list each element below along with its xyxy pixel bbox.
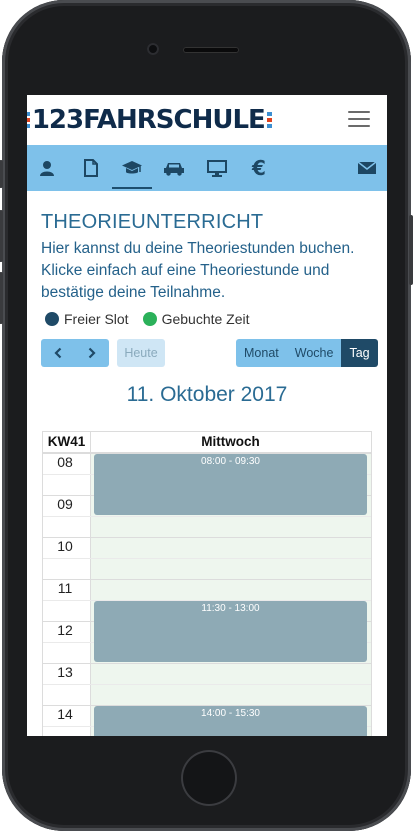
volume-down-button [0,272,3,324]
calendar-header: KW41 Mittwoch [43,432,371,453]
date-navigation [41,339,109,367]
next-button[interactable] [75,339,109,367]
legend-free-dot [45,312,59,326]
half-hour-line [43,516,371,517]
home-button[interactable] [181,750,237,806]
legend-item-booked: Gebuchte Zeit [142,311,250,327]
half-hour-line [43,684,371,685]
app-screen: 123FAHRSCHULE € THEORIEUNTERRICHT Hier k… [27,95,387,736]
chevron-left-icon [54,347,62,359]
earpiece-speaker [183,47,239,53]
today-button[interactable]: Heute [117,339,165,367]
logo-stripe-right [266,109,272,131]
day-calendar: KW41 Mittwoch 08 09 10 11 12 13 14 08:00 - 09:3… [42,431,372,736]
nav-item-payment[interactable]: € [239,145,279,191]
nav-item-driving[interactable] [154,145,194,191]
nav-item-theory[interactable] [112,145,152,191]
legend: Freier Slot Gebuchte Zeit [45,311,264,327]
hour-label: 08 [57,454,73,470]
weekday-label: Mittwoch [201,434,260,449]
hour-line [43,663,371,664]
theory-slot-event[interactable]: 08:00 - 09:30 [94,454,367,515]
calendar-body: 08 09 10 11 12 13 14 08:00 - 09:30 11:30 - 13:00… [43,453,371,736]
view-month-button[interactable]: Monat [236,339,287,367]
view-switcher: Monat Woche Tag [236,339,378,367]
week-number-label: KW41 [43,432,91,452]
mute-switch [0,160,3,188]
volume-up-button [0,210,3,262]
hour-label: 09 [57,496,73,512]
front-camera [147,43,159,55]
legend-booked-dot [142,312,157,326]
theory-slot-event[interactable]: 14:00 - 15:30 [94,706,367,736]
main-nav: € [27,145,387,191]
hour-label: 13 [57,664,73,680]
nav-item-profile[interactable] [27,145,67,191]
view-week-button[interactable]: Woche [286,339,342,367]
page-description: Hier kannst du deine Theoriestunden buch… [41,240,355,301]
hour-label: 14 [57,706,73,722]
euro-icon: € [252,156,266,180]
car-icon [164,163,184,176]
hamburger-menu-icon[interactable] [348,111,370,127]
hour-line [43,537,371,538]
graduation-cap-icon [122,161,142,174]
page-title: THEORIEUNTERRICHT [41,211,264,233]
calendar-date-title: 11. Oktober 2017 [126,383,288,406]
hour-label: 12 [57,622,73,638]
power-button [409,215,413,285]
hour-label: 10 [57,538,73,554]
envelope-icon [357,161,377,174]
top-bar: 123FAHRSCHULE [27,95,387,146]
prev-button[interactable] [41,339,75,367]
nav-item-messages[interactable] [347,145,387,191]
legend-free-label: Freier Slot [64,311,129,327]
monitor-icon [207,159,227,177]
legend-item-free: Freier Slot [45,311,129,327]
logo-text: 123FAHRSCHULE [31,105,266,135]
legend-booked-label: Gebuchte Zeit [161,311,250,327]
half-hour-line [43,558,371,559]
nav-item-online[interactable] [197,145,237,191]
theory-slot-event[interactable]: 11:30 - 13:00 [94,601,367,662]
chevron-right-icon [88,347,96,359]
hour-line [43,579,371,580]
hour-label: 11 [57,580,73,596]
brand-logo[interactable]: 123FAHRSCHULE [27,105,272,135]
view-day-button[interactable]: Tag [341,339,378,367]
user-icon [40,161,54,176]
document-icon [84,159,98,177]
nav-item-documents[interactable] [71,145,111,191]
